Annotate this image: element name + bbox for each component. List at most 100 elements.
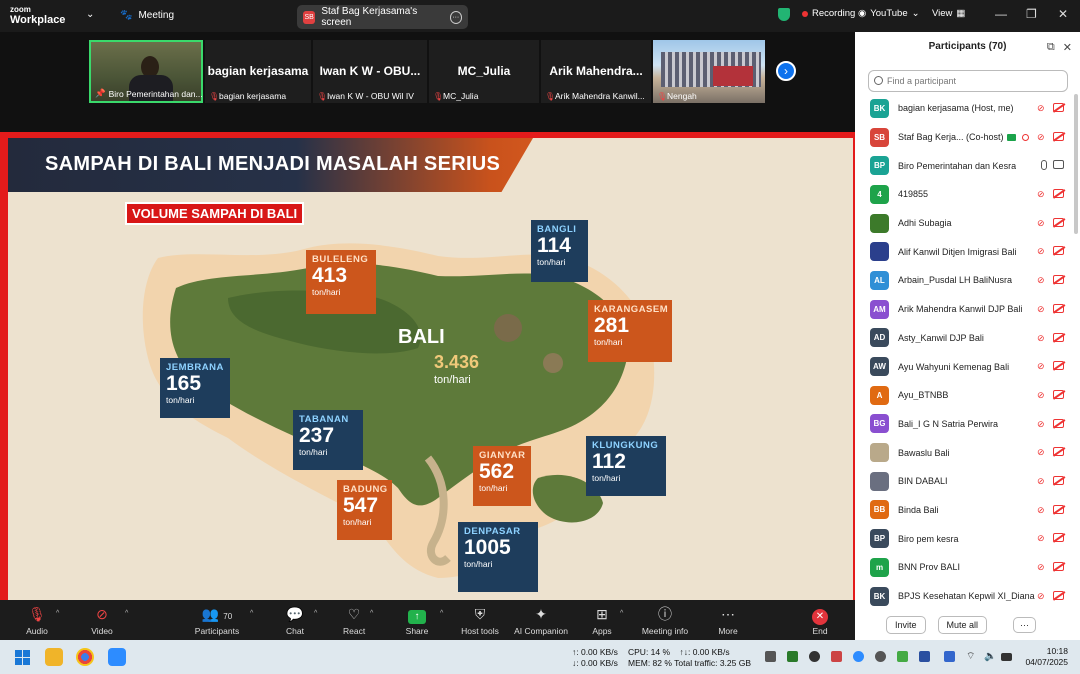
video-button[interactable]: ⊘ Video (89, 604, 115, 636)
tray-app-icon[interactable] (809, 651, 820, 662)
participant-row[interactable]: BK BPJS Kesehatan Kepwil XI_Diana ⊘ (855, 582, 1080, 611)
video-off-icon[interactable] (1053, 389, 1064, 399)
participant-row[interactable]: Adhi Subagia ⊘ (855, 209, 1080, 238)
mic-off-icon[interactable]: ⊘ (1037, 275, 1047, 285)
share-button[interactable]: ↑ Share (405, 604, 429, 636)
youtube-stream-menu[interactable]: ◉ YouTube ⌄ (858, 8, 920, 19)
pop-out-icon[interactable]: ⧉ (1047, 41, 1055, 54)
participant-row[interactable]: AM Arik Mahendra Kanwil DJP Bali ⊘ (855, 295, 1080, 324)
tray-app-icon[interactable] (919, 651, 930, 662)
video-off-icon[interactable] (1053, 447, 1064, 457)
mic-off-icon[interactable]: ⊘ (1037, 103, 1047, 113)
tray-app-icon[interactable] (831, 651, 842, 662)
participant-row[interactable]: BK bagian kerjasama (Host, me) ⊘ (855, 94, 1080, 123)
video-off-icon[interactable] (1053, 562, 1064, 571)
recording-indicator[interactable]: Recording (802, 8, 855, 19)
chevron-up-icon[interactable]: ^ (250, 610, 253, 617)
video-off-icon[interactable] (1053, 533, 1064, 543)
mic-off-icon[interactable]: ⊘ (1037, 591, 1047, 601)
mic-off-icon[interactable]: ⊘ (1037, 361, 1047, 371)
close-panel-icon[interactable]: ✕ (1063, 41, 1072, 54)
mic-off-icon[interactable]: ⊘ (1037, 476, 1047, 486)
more-button[interactable]: ⋯ More (716, 604, 740, 636)
video-off-icon[interactable] (1053, 475, 1064, 485)
video-off-icon[interactable] (1053, 504, 1064, 514)
participant-row[interactable]: 4 419855 ⊘ (855, 180, 1080, 209)
participants-button[interactable]: 👥 70 Participants (193, 604, 241, 636)
participant-row[interactable]: Alif Kanwil Ditjen Imigrasi Bali ⊘ (855, 237, 1080, 266)
file-explorer-icon[interactable] (45, 648, 63, 666)
participant-row[interactable]: AW Ayu Wahyuni Kemenag Bali ⊘ (855, 352, 1080, 381)
ai-companion-button[interactable]: ✦ AI Companion (514, 604, 568, 636)
chevron-up-icon[interactable]: ^ (314, 610, 317, 617)
mic-off-icon[interactable]: ⊘ (1037, 447, 1047, 457)
video-off-icon[interactable] (1053, 275, 1064, 285)
next-page-button[interactable]: › (776, 61, 796, 81)
video-tile[interactable]: Iwan K W - OBU... 🎙 Iwan K W - OBU Wil IV (313, 40, 427, 103)
meeting-info-button[interactable]: ⓘ Meeting info (640, 604, 690, 636)
video-off-icon[interactable] (1053, 189, 1064, 199)
wifi-icon[interactable]: ⌔ (966, 651, 977, 662)
react-button[interactable]: ♡ React (343, 604, 365, 636)
mic-off-icon[interactable]: ⊘ (1037, 132, 1047, 142)
chevron-up-icon[interactable]: ^ (620, 610, 623, 617)
minimize-button[interactable]: — (995, 7, 1007, 21)
participant-row[interactable]: m BNN Prov BALI ⊘ (855, 553, 1080, 582)
volume-icon[interactable]: 🔈 (984, 651, 996, 662)
mic-on-icon[interactable] (1041, 160, 1047, 171)
video-off-icon[interactable] (1053, 160, 1064, 170)
end-button[interactable]: ✕ End (810, 604, 830, 636)
encryption-indicator[interactable] (778, 8, 790, 21)
participant-row[interactable]: Bawaslu Bali ⊘ (855, 438, 1080, 467)
participant-row[interactable]: BP Biro Pemerintahan dan Kesra (855, 151, 1080, 180)
cloud-icon[interactable] (875, 651, 886, 662)
system-clock[interactable]: 10:18 04/07/2025 (1025, 646, 1068, 668)
view-menu[interactable]: View ▦ (932, 8, 965, 19)
video-off-icon[interactable] (1053, 103, 1064, 112)
video-off-icon[interactable] (1053, 303, 1064, 313)
chrome-icon[interactable] (76, 648, 94, 666)
battery-icon[interactable] (1001, 653, 1012, 661)
mic-off-icon[interactable]: ⊘ (1037, 533, 1047, 543)
video-tile[interactable]: 🎙 Nengah (653, 40, 765, 103)
mic-off-icon[interactable]: ⊘ (1037, 505, 1047, 515)
participant-row[interactable]: AL Arbain_Pusdal LH BaliNusra ⊘ (855, 266, 1080, 295)
zoom-tray-icon[interactable] (853, 651, 864, 662)
mic-off-icon[interactable]: ⊘ (1037, 218, 1047, 228)
share-tab[interactable]: SB Staf Bag Kerjasama's screen ··· (297, 5, 468, 29)
invite-button[interactable]: Invite (886, 616, 926, 634)
mic-off-icon[interactable]: ⊘ (1037, 419, 1047, 429)
video-tile[interactable]: 📌 Biro Pemerintahan dan... (89, 40, 203, 103)
video-off-icon[interactable] (1053, 217, 1064, 227)
more-options-button[interactable]: ··· (1013, 617, 1037, 633)
video-off-icon[interactable] (1053, 131, 1064, 141)
mic-off-icon[interactable]: ⊘ (1037, 189, 1047, 199)
mic-off-icon[interactable]: ⊘ (1037, 562, 1047, 572)
video-off-icon[interactable] (1053, 418, 1064, 428)
participant-row[interactable]: SB Staf Bag Kerja... (Co-host) ⊘ (855, 123, 1080, 152)
chat-button[interactable]: 💬 Chat (284, 604, 306, 636)
video-tile[interactable]: Arik Mahendra... 🎙 Arik Mahendra Kanwil..… (541, 40, 651, 103)
participant-search-input[interactable]: Find a participant (868, 70, 1068, 92)
mic-off-icon[interactable]: ⊘ (1037, 390, 1047, 400)
apps-button[interactable]: ⊞ Apps (592, 604, 612, 636)
nvidia-icon[interactable] (787, 651, 798, 662)
video-off-icon[interactable] (1053, 361, 1064, 371)
video-off-icon[interactable] (1053, 590, 1064, 600)
mic-off-icon[interactable]: ⊘ (1037, 333, 1047, 343)
chevron-up-icon[interactable]: ^ (370, 610, 373, 617)
chevron-up-icon[interactable]: ^ (125, 610, 128, 617)
participant-list-scrollbar[interactable] (1074, 94, 1078, 234)
chevron-up-icon[interactable]: ^ (56, 610, 59, 617)
video-off-icon[interactable] (1053, 246, 1064, 256)
audio-button[interactable]: 🎙 Audio (24, 604, 50, 636)
meeting-menu[interactable]: 🐾 Meeting (120, 10, 174, 21)
participant-row[interactable]: BB Binda Bali ⊘ (855, 496, 1080, 525)
trash-icon[interactable] (765, 651, 776, 662)
chevron-down-icon[interactable]: ⌄ (86, 9, 94, 20)
pen-icon[interactable] (944, 651, 955, 662)
tray-app-icon[interactable] (897, 651, 908, 662)
participant-row[interactable]: BIN DABALI ⊘ (855, 467, 1080, 496)
video-tile[interactable]: bagian kerjasama 🎙 bagian kerjasama (205, 40, 311, 103)
host-tools-button[interactable]: ⛨ Host tools (460, 604, 500, 636)
